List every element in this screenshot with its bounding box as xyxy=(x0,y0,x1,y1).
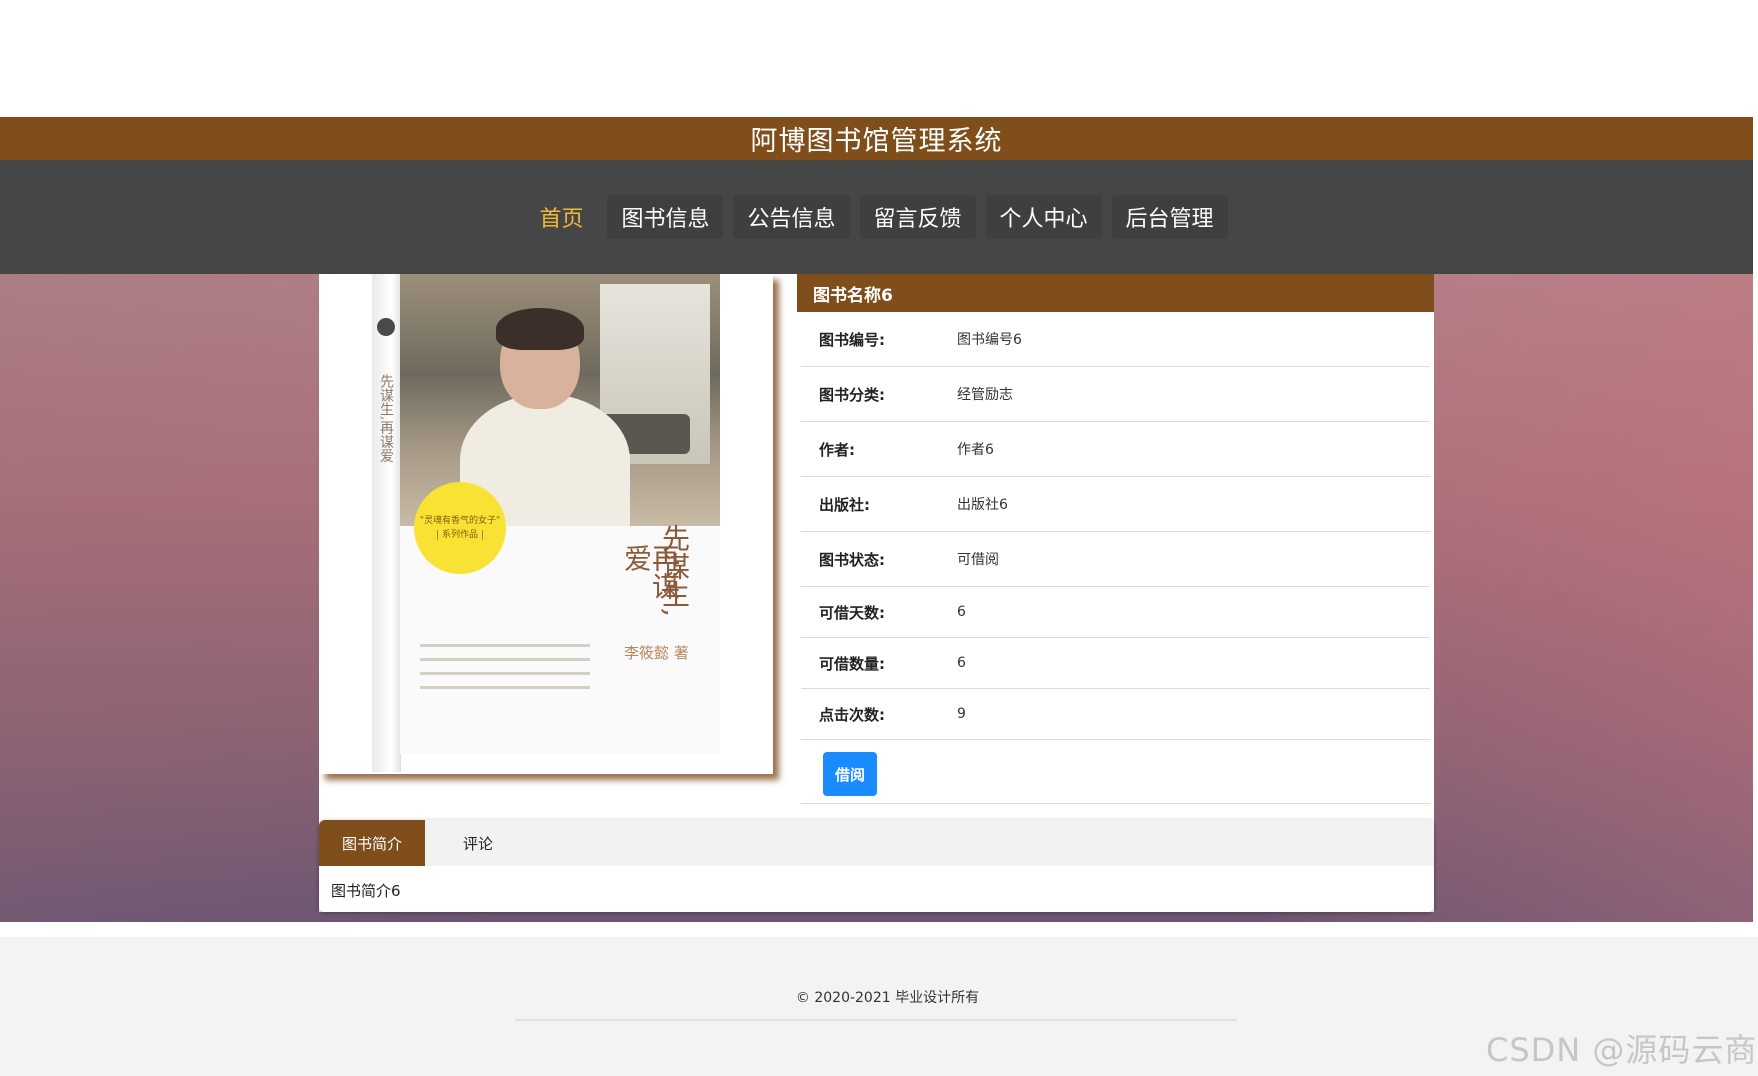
site-title-bar: 阿博图书馆管理系统 xyxy=(0,117,1753,160)
tab-bar: 图书简介 评论 xyxy=(319,820,1434,866)
info-value: 6 xyxy=(957,604,966,620)
book-front-cover: "灵魂有香气的女子" | 系列作品 | 先谋生, 再谋爱 李筱懿 著 xyxy=(400,274,720,754)
info-label: 作者: xyxy=(819,440,855,459)
nav-item-books[interactable]: 图书信息 xyxy=(607,195,724,239)
info-value: 6 xyxy=(957,655,966,671)
info-row-status: 图书状态: 可借阅 xyxy=(801,532,1430,587)
info-value: 图书编号6 xyxy=(957,332,1022,348)
book-spine: 先谋生,再谋爱 xyxy=(372,274,401,772)
info-label: 图书编号: xyxy=(819,330,885,349)
info-value: 经管励志 xyxy=(957,387,1013,403)
info-value: 9 xyxy=(957,706,966,722)
tab-content: 图书简介6 xyxy=(331,882,401,900)
spine-title: 先谋生,再谋爱 xyxy=(378,374,394,463)
info-row-click-count: 点击次数: 9 xyxy=(801,689,1430,740)
info-row-borrow-quantity: 可借数量: 6 xyxy=(801,638,1430,689)
info-value: 可借阅 xyxy=(957,552,999,568)
info-row-publisher: 出版社: 出版社6 xyxy=(801,477,1430,532)
nav-item-home[interactable]: 首页 xyxy=(525,195,597,239)
cover-blurb-lines xyxy=(420,644,590,700)
nav-item-feedback[interactable]: 留言反馈 xyxy=(859,195,976,239)
sticker-line-1: "灵魂有香气的女子" xyxy=(419,516,501,526)
publisher-logo-icon xyxy=(377,318,395,336)
tab-comments[interactable]: 评论 xyxy=(425,820,531,866)
info-label: 可借数量: xyxy=(819,654,885,673)
info-label: 可借天数: xyxy=(819,603,885,622)
main-nav: 首页 图书信息 公告信息 留言反馈 个人中心 后台管理 xyxy=(0,160,1753,274)
info-row-book-number: 图书编号: 图书编号6 xyxy=(801,312,1430,367)
cover-title: 先谋生, 再谋爱 xyxy=(600,524,710,624)
cover-author: 李筱懿 著 xyxy=(624,644,689,662)
watermark: CSDN @源码云商 xyxy=(1486,1031,1758,1069)
book-cover-card: 先谋生,再谋爱 "灵魂有香气的女子" | 系列作品 | 先谋生, 再谋爱 李筱懿… xyxy=(319,274,773,774)
nav-item-admin[interactable]: 后台管理 xyxy=(1111,195,1228,239)
footer-divider xyxy=(515,1019,1237,1021)
sticker-line-2: | 系列作品 | xyxy=(436,530,484,540)
info-row-borrow-days: 可借天数: 6 xyxy=(801,587,1430,638)
info-label: 出版社: xyxy=(819,495,870,514)
footer-copyright: © 2020-2021 毕业设计所有 xyxy=(795,990,980,1006)
book-info: 图书名称6 图书编号: 图书编号6 图书分类: 经管励志 作者: 作者6 出版社… xyxy=(797,274,1434,804)
book-cover-image: 先谋生,再谋爱 "灵魂有香气的女子" | 系列作品 | 先谋生, 再谋爱 李筱懿… xyxy=(372,274,720,772)
book-tabs: 图书简介 评论 图书简介6 xyxy=(319,820,1434,912)
borrow-button[interactable]: 借阅 xyxy=(823,752,877,796)
info-label: 图书状态: xyxy=(819,550,885,569)
info-row-category: 图书分类: 经管励志 xyxy=(801,367,1430,422)
info-value: 出版社6 xyxy=(957,497,1008,513)
info-value: 作者6 xyxy=(957,442,994,458)
cover-sticker: "灵魂有香气的女子" | 系列作品 | xyxy=(414,482,506,574)
nav-item-profile[interactable]: 个人中心 xyxy=(985,195,1102,239)
info-label: 图书分类: xyxy=(819,385,885,404)
nav-item-announcements[interactable]: 公告信息 xyxy=(733,195,850,239)
action-row: 借阅 xyxy=(801,740,1430,804)
cover-title-col-2: 再谋爱 xyxy=(620,544,681,600)
book-name-header: 图书名称6 xyxy=(797,274,1434,312)
tab-book-intro[interactable]: 图书简介 xyxy=(319,820,425,866)
site-title: 阿博图书馆管理系统 xyxy=(750,126,1003,157)
info-label: 点击次数: xyxy=(819,705,885,724)
info-row-author: 作者: 作者6 xyxy=(801,422,1430,477)
book-detail-panel: 先谋生,再谋爱 "灵魂有香气的女子" | 系列作品 | 先谋生, 再谋爱 李筱懿… xyxy=(319,274,1434,912)
